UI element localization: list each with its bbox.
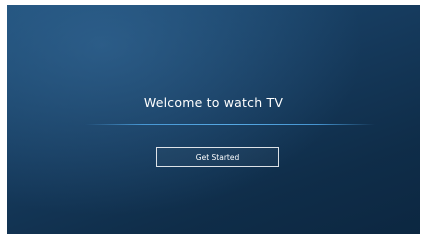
welcome-title: Welcome to watch TV [143, 95, 284, 110]
divider-line [85, 124, 375, 125]
get-started-button[interactable]: Get Started [156, 147, 279, 167]
tv-welcome-screen: Welcome to watch TV Get Started [7, 5, 420, 234]
